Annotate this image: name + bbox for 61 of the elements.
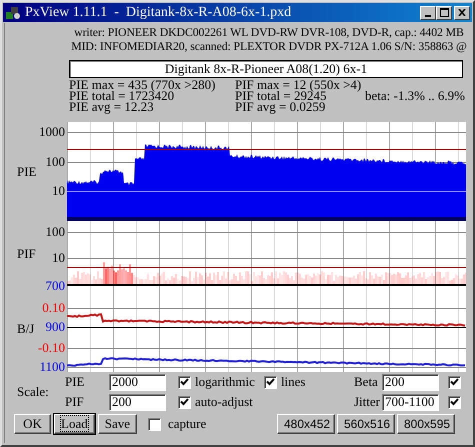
stat-text: PIE total = 1723420	[69, 90, 174, 101]
tick-label: 100	[46, 226, 65, 238]
tick-label: 100	[46, 156, 65, 168]
stat-text: PIF max = 12 (550x >4)	[235, 79, 362, 90]
minimize-icon	[425, 14, 431, 16]
app-icon	[5, 6, 21, 20]
tick-label: 1100	[39, 361, 65, 373]
close-icon	[458, 9, 466, 16]
axis-label: B/J	[17, 321, 34, 337]
close-button[interactable]	[454, 6, 470, 20]
check-icon	[180, 378, 189, 386]
size-button[interactable]: 480x452	[277, 414, 335, 434]
stat-text: PIF avg = 0.0259	[235, 101, 326, 112]
tick-label: 900	[46, 321, 65, 333]
input-field[interactable]: 2000	[109, 374, 166, 390]
checkbox[interactable]	[148, 418, 161, 430]
window-title: PxView 1.11.1 - Digitank-8x-R-A08-6x-1.pxd	[25, 4, 292, 20]
checkbox[interactable]	[178, 396, 191, 408]
tick-label: 0.10	[42, 302, 65, 314]
axis-label: PIF	[17, 246, 36, 262]
disc-title-field: Digitank 8x-R-Pioneer A08(1.20) 6x-1	[69, 60, 463, 78]
tick-label: 700	[46, 280, 65, 292]
tick-label: -0.10	[38, 342, 65, 354]
check-icon	[450, 398, 459, 406]
checkbox-label: capture	[168, 416, 206, 432]
checkbox[interactable]	[264, 376, 277, 388]
info-text: MID: INFOMEDIAR20, scanned: PLEXTOR DVDR PX-712A 1.06 S/N: 358863 @	[71, 39, 467, 53]
stat-text: PIE max = 435 (770x >280)	[69, 79, 216, 90]
checkbox[interactable]	[448, 396, 461, 408]
tick-label: 10	[52, 252, 65, 264]
input-field[interactable]: 200	[382, 374, 439, 390]
size-button[interactable]: 560x516	[337, 414, 395, 434]
action-button[interactable]: Load	[54, 414, 95, 434]
field-label: Jitter	[354, 394, 381, 410]
input-field[interactable]: 700-1100	[382, 394, 439, 410]
axis-label: PIE	[17, 164, 36, 180]
stat-text: PIF total = 29245	[235, 90, 326, 101]
maximize-icon	[440, 8, 448, 17]
info-text: writer: PIONEER DKDC002261 WL DVD-RW DVR-108, DVD-R, cap.: 4402 MB	[74, 25, 464, 39]
stat-text: PIE avg = 12.23	[69, 101, 154, 112]
scale-label: Scale:	[17, 384, 50, 400]
beta-range-text: beta: -1.3% .. 6.9%	[365, 90, 466, 101]
tick-label: 10	[52, 185, 65, 197]
field-label: PIE	[65, 374, 86, 390]
field-label: Beta	[354, 374, 379, 390]
input-field[interactable]: 200	[109, 394, 166, 410]
check-icon	[266, 378, 275, 386]
action-button[interactable]: OK	[14, 414, 51, 434]
tick-label: 1000	[39, 126, 65, 138]
check-icon	[450, 378, 459, 386]
checkbox[interactable]	[448, 376, 461, 388]
checkbox-label: lines	[280, 374, 306, 390]
minimize-button[interactable]	[420, 6, 436, 20]
maximize-button[interactable]	[436, 6, 452, 20]
checkbox-label: auto-adjust	[195, 394, 253, 410]
check-icon	[180, 398, 189, 406]
action-button[interactable]: Save	[98, 414, 137, 434]
field-label: PIF	[65, 394, 85, 410]
checkbox[interactable]	[178, 376, 191, 388]
size-button[interactable]: 800x595	[397, 414, 455, 434]
checkbox-label: logarithmic	[195, 374, 255, 390]
